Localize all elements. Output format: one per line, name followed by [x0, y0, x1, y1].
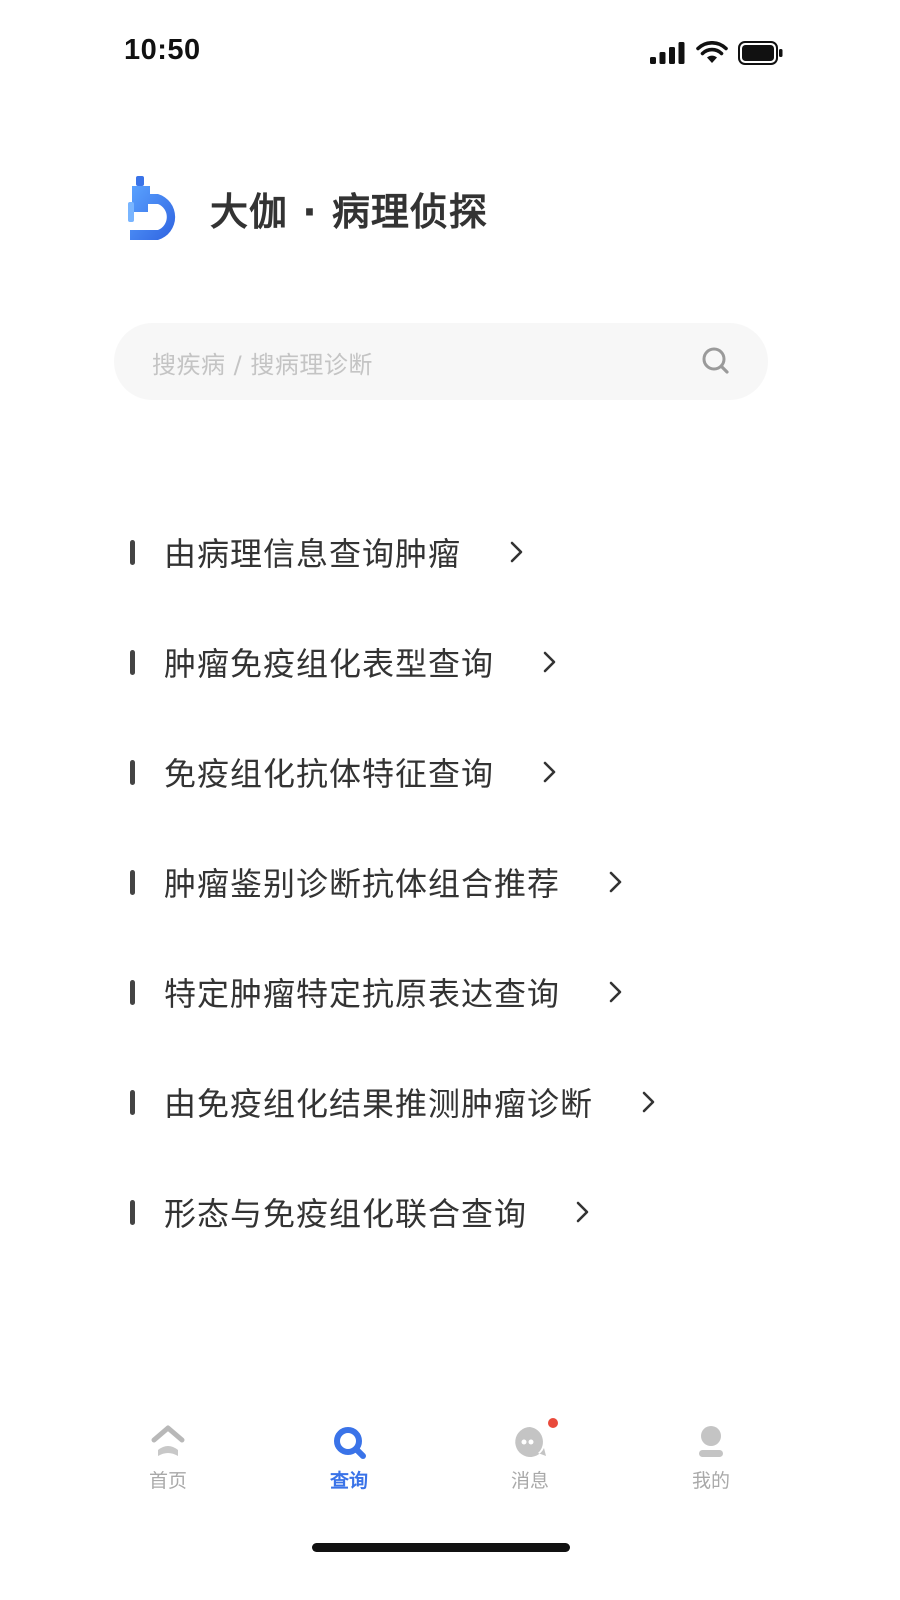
home-indicator[interactable]	[312, 1543, 570, 1552]
menu-bullet	[130, 1089, 135, 1115]
menu-bullet	[130, 1199, 135, 1225]
chevron-right-icon	[609, 981, 622, 1003]
menu-item-label: 肿瘤免疫组化表型查询	[164, 645, 495, 683]
menu-item-antigen-expression[interactable]: 特定肿瘤特定抗原表达查询	[130, 942, 626, 1042]
menu-item-label: 肿瘤鉴别诊断抗体组合推荐	[164, 865, 561, 903]
chevron-right-icon	[510, 541, 523, 563]
tab-query[interactable]: 查询	[289, 1410, 409, 1510]
brand-header: 大伽 · 病理侦探	[124, 172, 488, 244]
home-icon	[151, 1425, 185, 1456]
battery-icon	[738, 41, 783, 65]
menu-bullet	[130, 649, 135, 675]
search-placeholder: 搜疾病 / 搜病理诊断	[152, 351, 373, 379]
app-title: 大伽 · 病理侦探	[210, 189, 488, 234]
status-time: 10:50	[124, 34, 201, 66]
microscope-logo-icon	[128, 176, 176, 240]
menu-item-label: 形态与免疫组化联合查询	[164, 1195, 528, 1233]
wifi-icon	[696, 41, 728, 63]
status-bar: 10:50	[0, 0, 900, 100]
profile-icon	[699, 1426, 723, 1457]
menu-item-ihc-phenotype[interactable]: 肿瘤免疫组化表型查询	[130, 612, 560, 712]
chevron-right-icon	[543, 651, 556, 673]
notification-badge	[548, 1418, 558, 1428]
tab-label: 消息	[510, 1470, 549, 1492]
menu-item-pathology-info[interactable]: 由病理信息查询肿瘤	[130, 502, 527, 602]
menu-item-morphology-ihc[interactable]: 形态与免疫组化联合查询	[130, 1162, 593, 1262]
tab-label: 我的	[691, 1470, 730, 1492]
signal-icon	[650, 42, 685, 64]
query-icon	[334, 1427, 366, 1459]
menu-item-label: 由免疫组化结果推测肿瘤诊断	[164, 1085, 594, 1123]
menu-item-infer-diagnosis[interactable]: 由免疫组化结果推测肿瘤诊断	[130, 1052, 659, 1152]
tab-profile[interactable]: 我的	[651, 1410, 771, 1510]
menu-item-label: 特定肿瘤特定抗原表达查询	[164, 975, 561, 1013]
menu-bullet	[130, 539, 135, 565]
menu-bullet	[130, 869, 135, 895]
bottom-tab-bar: 首页 查询 消息 我的	[0, 1410, 900, 1520]
menu-bullet	[130, 979, 135, 1005]
tab-label: 查询	[329, 1470, 368, 1492]
search-input[interactable]: 搜疾病 / 搜病理诊断	[114, 323, 768, 400]
status-icons	[650, 38, 784, 68]
menu-item-label: 由病理信息查询肿瘤	[164, 535, 462, 573]
menu-item-antibody-features[interactable]: 免疫组化抗体特征查询	[130, 722, 560, 822]
chevron-right-icon	[642, 1091, 655, 1113]
chevron-right-icon	[609, 871, 622, 893]
tab-home[interactable]: 首页	[108, 1410, 228, 1510]
tab-messages[interactable]: 消息	[470, 1410, 590, 1510]
chevron-right-icon	[576, 1201, 589, 1223]
menu-bullet	[130, 759, 135, 785]
message-icon	[515, 1427, 546, 1457]
search-icon[interactable]	[700, 345, 732, 377]
menu-item-label: 免疫组化抗体特征查询	[164, 755, 495, 793]
menu-item-antibody-combination[interactable]: 肿瘤鉴别诊断抗体组合推荐	[130, 832, 626, 932]
chevron-right-icon	[543, 761, 556, 783]
tab-label: 首页	[148, 1470, 187, 1492]
